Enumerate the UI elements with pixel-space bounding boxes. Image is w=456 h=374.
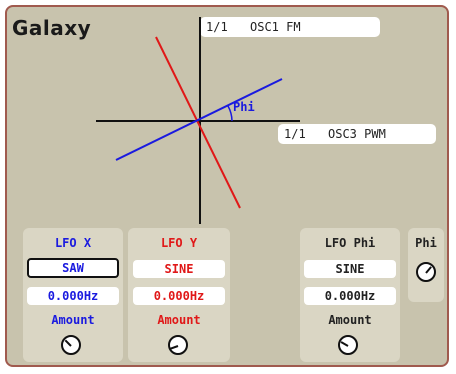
lfo-x-panel: LFO X SAW 0.000Hz Amount	[23, 228, 123, 362]
lfo-phi-rate-field[interactable]: 0.000Hz	[304, 287, 396, 305]
lfo-phi-waveform-selector[interactable]: SINE	[304, 260, 396, 278]
lfo-x-rate-field[interactable]: 0.000Hz	[27, 287, 119, 305]
lfo-y-panel: LFO Y SINE 0.000Hz Amount	[128, 228, 230, 362]
lfo-y-rate-field[interactable]: 0.000Hz	[133, 287, 225, 305]
lfo-phi-label: LFO Phi	[324, 236, 376, 250]
y-vector-line	[155, 36, 241, 209]
phi-angle-label: Phi	[233, 100, 255, 114]
lfo-phi-panel: LFO Phi SINE 0.000Hz Amount	[300, 228, 400, 362]
lfo-x-waveform-selector[interactable]: SAW	[27, 258, 119, 278]
lfo-phi-amount-knob-icon[interactable]	[338, 335, 358, 355]
phi-knob-icon[interactable]	[416, 262, 436, 282]
phi-label: Phi	[415, 236, 437, 250]
phi-panel: Phi	[408, 228, 444, 302]
lfo-y-amount-label: Amount	[157, 313, 201, 327]
lfo-x-label: LFO X	[54, 236, 92, 250]
lfo-x-amount-label: Amount	[51, 313, 95, 327]
lfo-phi-amount-label: Amount	[328, 313, 372, 327]
lfo-y-label: LFO Y	[160, 236, 198, 250]
lfo-y-amount-knob-icon[interactable]	[168, 335, 188, 355]
lfo-y-waveform-selector[interactable]: SINE	[133, 260, 225, 278]
phi-angle-arc	[227, 105, 233, 122]
lfo-x-amount-knob-icon[interactable]	[61, 335, 81, 355]
